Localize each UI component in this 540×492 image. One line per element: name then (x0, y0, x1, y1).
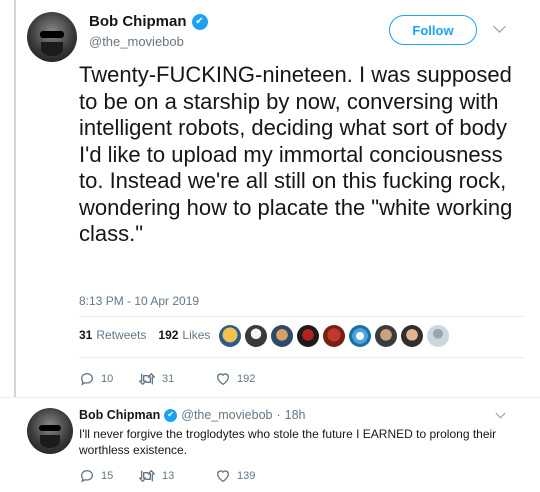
likes-count[interactable]: 192 (158, 328, 178, 342)
reply-action[interactable]: 10 (79, 371, 138, 387)
reply-author-handle[interactable]: @the_moviebob (181, 408, 272, 422)
liker-avatar-5[interactable] (323, 325, 345, 347)
liker-avatar-1[interactable] (219, 325, 241, 347)
main-tweet-actions: 10 31 192 (79, 371, 255, 387)
retweet-count: 31 (162, 373, 175, 385)
chevron-down-icon[interactable] (493, 20, 506, 33)
avatar-beard (41, 42, 63, 56)
author-name[interactable]: Bob Chipman (89, 13, 187, 30)
like-count: 192 (237, 373, 256, 385)
reply-icon (80, 469, 94, 483)
retweet-action[interactable]: 31 (138, 371, 215, 387)
author-avatar[interactable] (27, 12, 77, 62)
like-count: 139 (237, 470, 256, 482)
likes-label[interactable]: Likes (182, 328, 210, 342)
author-name-row[interactable]: Bob Chipman ✔ (89, 13, 208, 30)
liker-avatars (219, 325, 449, 347)
divider (79, 357, 524, 358)
avatar-beard (40, 435, 60, 448)
retweet-count: 13 (162, 470, 175, 482)
like-action[interactable]: 139 (215, 468, 255, 484)
reply-time[interactable]: 18h (285, 408, 306, 422)
retweets-count[interactable]: 31 (79, 328, 92, 342)
liker-avatar-7[interactable] (375, 325, 397, 347)
divider (0, 397, 540, 398)
reply-author-name[interactable]: Bob Chipman (79, 408, 160, 422)
separator: · (276, 408, 281, 422)
avatar-glasses (39, 425, 61, 431)
reply-count: 10 (101, 373, 114, 385)
liker-avatar-3[interactable] (271, 325, 293, 347)
reply-author-avatar[interactable] (27, 408, 73, 454)
tweet-text: Twenty-FUCKING-nineteen. I was supposed … (79, 62, 513, 246)
verified-badge-icon: ✔ (164, 408, 178, 422)
follow-button[interactable]: Follow (389, 15, 477, 45)
reply-tweet-actions: 15 13 139 (79, 468, 255, 484)
liker-avatar-2[interactable] (245, 325, 267, 347)
liker-avatar-6[interactable] (349, 325, 371, 347)
like-action[interactable]: 192 (215, 371, 255, 387)
chevron-down-icon[interactable] (495, 408, 506, 419)
heart-icon (216, 373, 230, 386)
engagement-stats: 31 Retweets 192 Likes (79, 328, 210, 342)
reply-icon (80, 372, 94, 386)
retweet-icon (139, 373, 155, 385)
divider (79, 316, 524, 317)
reply-text: I'll never forgive the troglodytes who s… (79, 427, 497, 457)
reply-action[interactable]: 15 (79, 468, 138, 484)
retweet-action[interactable]: 13 (138, 468, 215, 484)
author-handle[interactable]: @the_moviebob (89, 34, 184, 49)
tweet-timestamp[interactable]: 8:13 PM - 10 Apr 2019 (79, 294, 199, 308)
thread-line (14, 0, 16, 398)
avatar-glasses (40, 31, 64, 38)
liker-avatar-4[interactable] (297, 325, 319, 347)
retweets-label[interactable]: Retweets (96, 328, 146, 342)
retweet-icon (139, 470, 155, 482)
heart-icon (216, 470, 230, 483)
liker-avatar-8[interactable] (401, 325, 423, 347)
reply-header: Bob Chipman ✔ @the_moviebob · 18h (79, 408, 306, 422)
reply-count: 15 (101, 470, 114, 482)
verified-badge-icon: ✔ (191, 13, 208, 30)
liker-avatar-9[interactable] (427, 325, 449, 347)
